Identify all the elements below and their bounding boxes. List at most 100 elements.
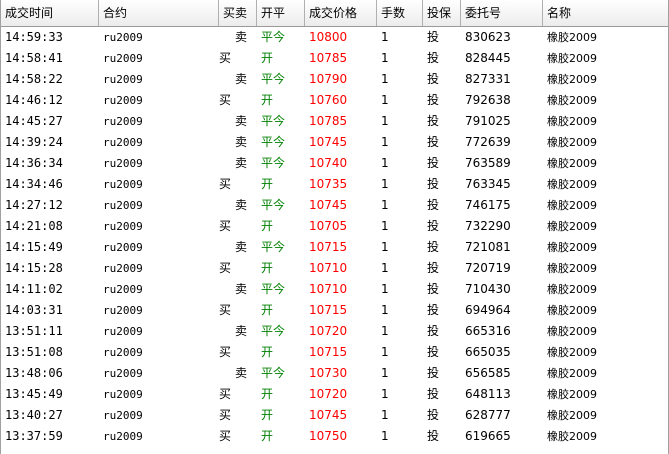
cell-contract: ru2009: [103, 430, 143, 443]
table-row[interactable]: 13:40:27 ru2009 买 开 10745 1 投 628777 橡胶2009: [1, 405, 668, 426]
cell-contract: ru2009: [103, 94, 143, 107]
cell-price: 10735: [309, 177, 348, 191]
cell-contract: ru2009: [103, 388, 143, 401]
cell-order-id: 763345: [465, 177, 511, 191]
cell-side: 卖: [234, 198, 247, 212]
cell-order-id: 791025: [465, 114, 511, 128]
cell-time: 14:58:22: [5, 72, 63, 86]
column-header-price[interactable]: 成交价格: [305, 0, 377, 26]
cell-price: 10720: [309, 324, 348, 338]
cell-contract: ru2009: [103, 178, 143, 191]
cell-open-close: 平今: [261, 156, 286, 170]
cell-order-id: 720719: [465, 261, 511, 275]
table-row[interactable]: 13:45:49 ru2009 买 开 10720 1 投 648113 橡胶2009: [1, 384, 668, 405]
cell-open-close: 开: [261, 429, 274, 443]
cell-contract: ru2009: [103, 325, 143, 338]
cell-order-id: 694964: [465, 303, 511, 317]
cell-side: 卖: [234, 324, 247, 338]
cell-hedge: 投: [427, 156, 440, 170]
cell-quantity: 1: [381, 219, 389, 233]
cell-time: 14:11:02: [5, 282, 63, 296]
cell-hedge: 投: [427, 198, 440, 212]
cell-price: 10715: [309, 303, 348, 317]
column-header-order-id[interactable]: 委托号: [461, 0, 543, 26]
table-row[interactable]: 14:21:08 ru2009 买 开 10705 1 投 732290 橡胶2009: [1, 216, 668, 237]
cell-price: 10730: [309, 366, 348, 380]
cell-contract: ru2009: [103, 31, 143, 44]
cell-time: 13:45:49: [5, 387, 63, 401]
cell-order-id: 827331: [465, 72, 511, 86]
cell-open-close: 开: [261, 387, 274, 401]
cell-side: 买: [219, 177, 232, 191]
cell-time: 14:27:12: [5, 198, 63, 212]
cell-order-id: 828445: [465, 51, 511, 65]
cell-quantity: 1: [381, 387, 389, 401]
cell-open-close: 平今: [261, 135, 286, 149]
table-row[interactable]: 14:58:22 ru2009 卖平今 10790 1 投 827331 橡胶2009: [1, 69, 668, 90]
table-row[interactable]: 13:48:06 ru2009 卖平今 10730 1 投 656585 橡胶2009: [1, 363, 668, 384]
cell-hedge: 投: [427, 240, 440, 254]
cell-quantity: 1: [381, 72, 389, 86]
table-row[interactable]: 14:59:33 ru2009 卖平今 10800 1 投 830623 橡胶2009: [1, 27, 668, 48]
cell-side: 卖: [234, 240, 247, 254]
table-row[interactable]: 13:37:59 ru2009 买 开 10750 1 投 619665 橡胶2009: [1, 426, 668, 447]
cell-name: 橡胶2009: [547, 115, 597, 128]
table-row[interactable]: 13:51:11 ru2009 卖平今 10720 1 投 665316 橡胶2009: [1, 321, 668, 342]
cell-hedge: 投: [427, 429, 440, 443]
cell-price: 10750: [309, 429, 348, 443]
cell-time: 13:51:08: [5, 345, 63, 359]
cell-hedge: 投: [427, 366, 440, 380]
cell-price: 10800: [309, 30, 348, 44]
cell-quantity: 1: [381, 408, 389, 422]
cell-time: 14:59:33: [5, 30, 63, 44]
cell-contract: ru2009: [103, 262, 143, 275]
cell-quantity: 1: [381, 51, 389, 65]
cell-contract: ru2009: [103, 136, 143, 149]
table-row[interactable]: 13:51:08 ru2009 买 开 10715 1 投 665035 橡胶2009: [1, 342, 668, 363]
cell-quantity: 1: [381, 198, 389, 212]
cell-time: 14:21:08: [5, 219, 63, 233]
cell-hedge: 投: [427, 408, 440, 422]
column-header-time[interactable]: 成交时间: [1, 0, 99, 26]
table-row[interactable]: 14:03:31 ru2009 买 开 10715 1 投 694964 橡胶2009: [1, 300, 668, 321]
cell-contract: ru2009: [103, 157, 143, 170]
cell-side: 买: [219, 51, 232, 65]
cell-hedge: 投: [427, 114, 440, 128]
table-row[interactable]: 14:39:24 ru2009 卖平今 10745 1 投 772639 橡胶2009: [1, 132, 668, 153]
cell-order-id: 665035: [465, 345, 511, 359]
cell-name: 橡胶2009: [547, 346, 597, 359]
column-header-open-close[interactable]: 开平: [257, 0, 305, 26]
cell-time: 14:34:46: [5, 177, 63, 191]
trade-records-table: 成交时间 合约 买卖 开平 成交价格 手数 投保 委托号 名称 14:59:33…: [0, 0, 669, 454]
cell-open-close: 开: [261, 51, 274, 65]
table-row[interactable]: 14:15:49 ru2009 卖平今 10715 1 投 721081 橡胶2009: [1, 237, 668, 258]
cell-hedge: 投: [427, 72, 440, 86]
cell-time: 14:46:12: [5, 93, 63, 107]
cell-price: 10720: [309, 387, 348, 401]
table-row[interactable]: 14:58:41 ru2009 买 开 10785 1 投 828445 橡胶2009: [1, 48, 668, 69]
cell-quantity: 1: [381, 282, 389, 296]
table-row[interactable]: 14:46:12 ru2009 买 开 10760 1 投 792638 橡胶2009: [1, 90, 668, 111]
table-row[interactable]: 14:11:02 ru2009 卖平今 10710 1 投 710430 橡胶2009: [1, 279, 668, 300]
cell-order-id: 665316: [465, 324, 511, 338]
column-header-name[interactable]: 名称: [543, 0, 660, 26]
column-header-hedge[interactable]: 投保: [423, 0, 461, 26]
cell-order-id: 763589: [465, 156, 511, 170]
cell-side: 买: [219, 387, 232, 401]
table-row[interactable]: 14:34:46 ru2009 买 开 10735 1 投 763345 橡胶2009: [1, 174, 668, 195]
column-header-quantity[interactable]: 手数: [377, 0, 423, 26]
cell-open-close: 平今: [261, 366, 286, 380]
cell-side: 买: [219, 261, 232, 275]
table-row[interactable]: 14:27:12 ru2009 卖平今 10745 1 投 746175 橡胶2009: [1, 195, 668, 216]
cell-open-close: 平今: [261, 324, 286, 338]
cell-time: 13:48:06: [5, 366, 63, 380]
cell-hedge: 投: [427, 261, 440, 275]
table-row[interactable]: 14:15:28 ru2009 买 开 10710 1 投 720719 橡胶2009: [1, 258, 668, 279]
table-row[interactable]: 14:45:27 ru2009 卖平今 10785 1 投 791025 橡胶2009: [1, 111, 668, 132]
cell-name: 橡胶2009: [547, 136, 597, 149]
column-header-contract[interactable]: 合约: [99, 0, 219, 26]
cell-hedge: 投: [427, 387, 440, 401]
cell-name: 橡胶2009: [547, 94, 597, 107]
table-row[interactable]: 14:36:34 ru2009 卖平今 10740 1 投 763589 橡胶2009: [1, 153, 668, 174]
column-header-side[interactable]: 买卖: [219, 0, 257, 26]
